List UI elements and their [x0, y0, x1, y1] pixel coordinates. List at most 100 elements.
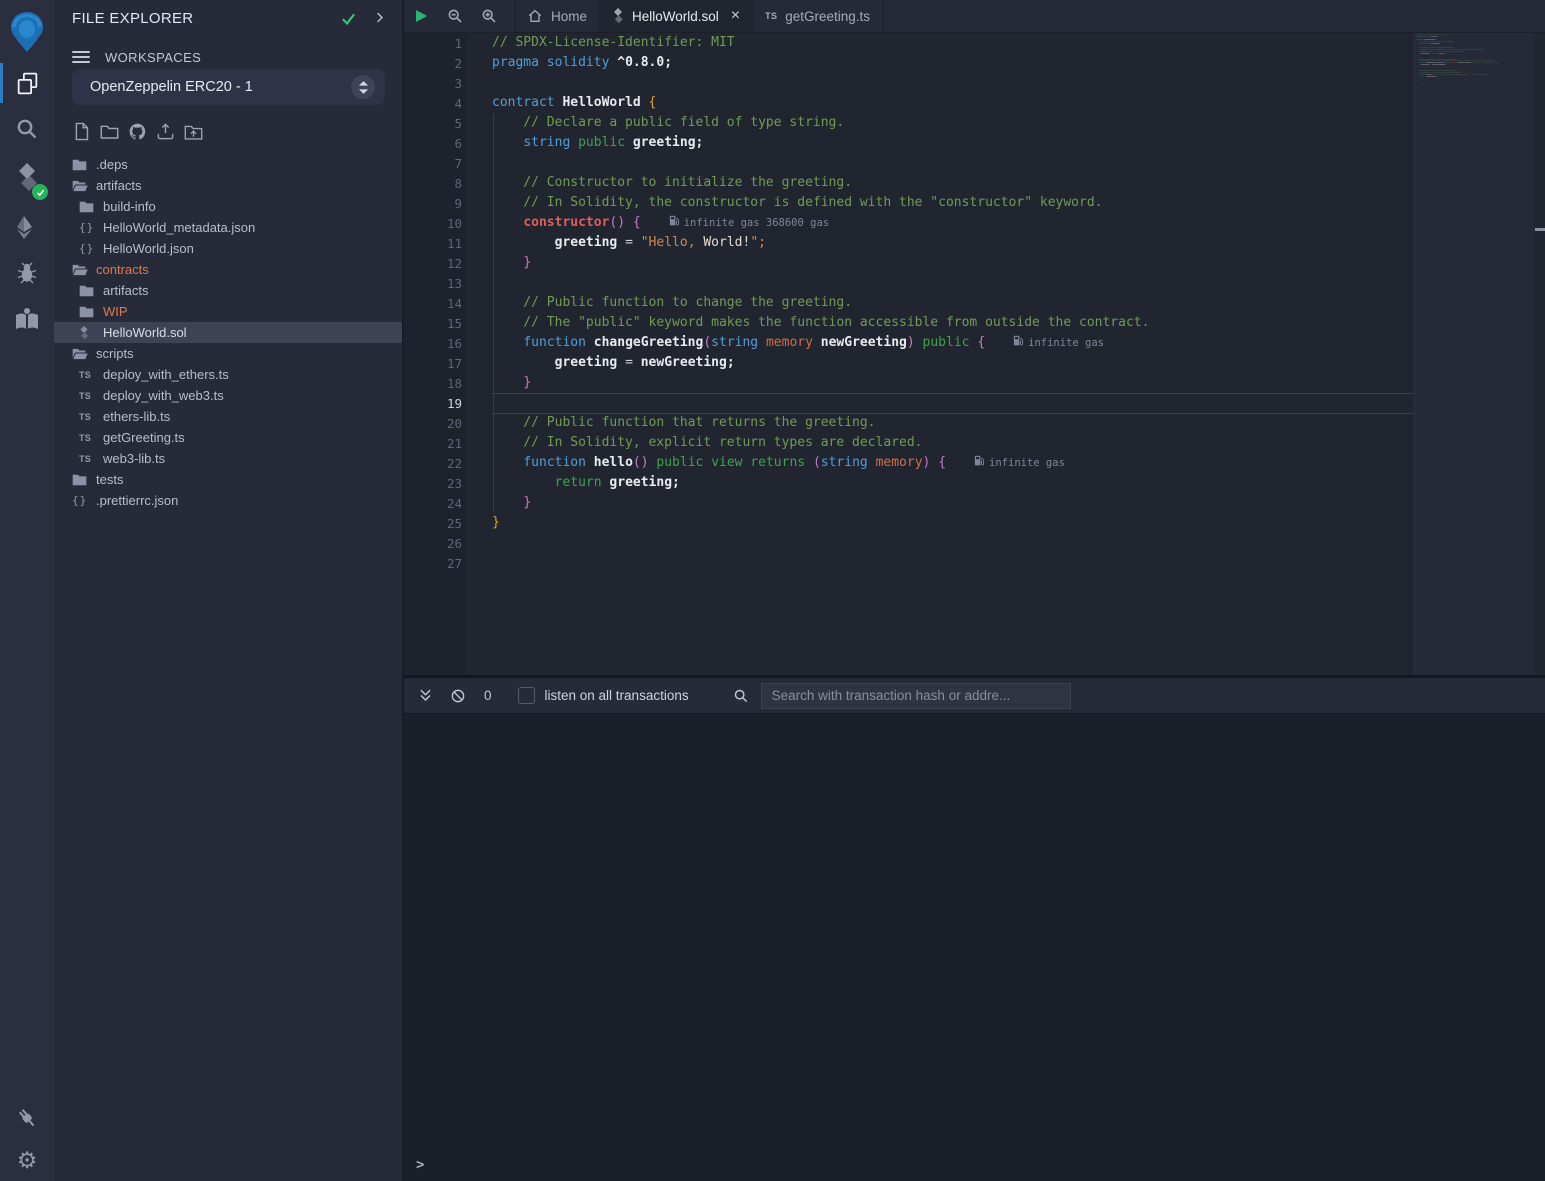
code-line-26[interactable]: 26	[404, 533, 1414, 553]
code-line-10[interactable]: 10 constructor() {infinite gas 368600 ga…	[404, 213, 1414, 233]
zoom-in-icon[interactable]	[472, 0, 506, 32]
code-line-19[interactable]: 19	[404, 393, 1414, 413]
clear-console-icon[interactable]	[450, 688, 466, 704]
close-icon[interactable]: ×	[731, 8, 740, 24]
sidebar-item-learneth[interactable]	[0, 296, 54, 342]
tree-item-label: HelloWorld.sol	[103, 325, 187, 340]
code-line-24[interactable]: 24 }	[404, 493, 1414, 513]
sidebar-item-file-explorer[interactable]	[0, 60, 54, 106]
gear-icon: ⚙	[17, 1148, 38, 1174]
code-line-8[interactable]: 8 // Constructor to initialize the greet…	[404, 173, 1414, 193]
code-line-15[interactable]: 15 // The "public" keyword makes the fun…	[404, 313, 1414, 333]
tree-item-deploy-with-web3-ts[interactable]: TSdeploy_with_web3.ts	[54, 385, 402, 406]
code-content[interactable]: 1// SPDX-License-Identifier: MIT2pragma …	[404, 33, 1414, 573]
tree-item-contracts[interactable]: contracts	[54, 259, 402, 280]
tree-item-helloworld-metadata-json[interactable]: {}HelloWorld_metadata.json	[54, 217, 402, 238]
code-line-4[interactable]: 4contract HelloWorld {	[404, 93, 1414, 113]
tab-getgreeting-ts[interactable]: TS getGreeting.ts	[753, 0, 883, 32]
code-line-2[interactable]: 2pragma solidity ^0.8.0;	[404, 53, 1414, 73]
fuel-pump-icon	[974, 453, 984, 473]
fuel-pump-icon	[1013, 333, 1023, 353]
github-icon[interactable]	[128, 122, 147, 141]
run-script-button[interactable]	[404, 0, 438, 32]
tree-item-label: tests	[96, 472, 123, 487]
code-editor[interactable]: 1// SPDX-License-Identifier: MIT2pragma …	[404, 33, 1545, 675]
tree-item-wip[interactable]: WIP	[54, 301, 402, 322]
remix-logo-icon[interactable]	[0, 4, 54, 60]
tree-item-ethers-lib-ts[interactable]: TSethers-lib.ts	[54, 406, 402, 427]
sidebar-item-settings[interactable]: ⚙	[0, 1141, 54, 1181]
sidebar-item-search[interactable]	[0, 106, 54, 152]
expand-terminal-icon[interactable]	[418, 688, 433, 703]
tree-item-web3-lib-ts[interactable]: TSweb3-lib.ts	[54, 448, 402, 469]
line-number: 1	[404, 36, 462, 51]
tree-item-build-info[interactable]: build-info	[54, 196, 402, 217]
terminal-output[interactable]: >	[404, 714, 1545, 1181]
tree-item-getgreeting-ts[interactable]: TSgetGreeting.ts	[54, 427, 402, 448]
code-line-11[interactable]: 11 greeting = "Hello, World!";	[404, 233, 1414, 253]
upload-file-icon[interactable]	[156, 122, 175, 141]
code-line-14[interactable]: 14 // Public function to change the gree…	[404, 293, 1414, 313]
tree-item-label: artifacts	[96, 178, 142, 193]
tree-item-label: deploy_with_ethers.ts	[103, 367, 229, 382]
code-text: }	[492, 493, 531, 513]
folder-icon	[72, 158, 90, 171]
sort-arrows-icon	[351, 75, 375, 99]
tree-item-artifacts[interactable]: artifacts	[54, 280, 402, 301]
transaction-search-input[interactable]	[761, 683, 1071, 709]
upload-folder-icon[interactable]	[184, 122, 203, 141]
code-line-18[interactable]: 18 }	[404, 373, 1414, 393]
code-line-13[interactable]: 13	[404, 273, 1414, 293]
code-line-5[interactable]: 5 // Declare a public field of type stri…	[404, 113, 1414, 133]
line-number: 22	[404, 456, 462, 471]
sidebar-item-solidity-compiler[interactable]	[0, 152, 54, 204]
chevron-right-icon[interactable]	[372, 10, 387, 30]
tree-item-label: WIP	[103, 304, 128, 319]
tree-item--deps[interactable]: .deps	[54, 154, 402, 175]
tree-item-tests[interactable]: tests	[54, 469, 402, 490]
overview-ruler[interactable]	[1535, 33, 1545, 675]
listen-transactions-label[interactable]: listen on all transactions	[545, 688, 689, 703]
code-line-22[interactable]: 22 function hello() public view returns …	[404, 453, 1414, 473]
zoom-out-icon[interactable]	[438, 0, 472, 32]
line-number: 24	[404, 496, 462, 511]
new-folder-icon[interactable]	[100, 122, 119, 141]
code-content[interactable]: 1// SPDX-License-Identifier: MIT2pragma …	[1415, 33, 1535, 85]
new-file-icon[interactable]	[72, 122, 91, 141]
code-line-20[interactable]: 20 // Public function that returns the g…	[404, 413, 1414, 433]
sidebar-item-debugger[interactable]	[0, 250, 54, 296]
code-line-9[interactable]: 9 // In Solidity, the constructor is def…	[404, 193, 1414, 213]
code-line-1[interactable]: 1// SPDX-License-Identifier: MIT	[404, 33, 1414, 53]
tab-helloworld-sol[interactable]: HelloWorld.sol ×	[600, 0, 753, 32]
code-line-16[interactable]: 16 function changeGreeting(string memory…	[404, 333, 1414, 353]
tab-home[interactable]: Home	[514, 0, 600, 32]
minimap[interactable]: 1// SPDX-License-Identifier: MIT2pragma …	[1414, 33, 1535, 675]
code-line-25[interactable]: 25}	[404, 513, 1414, 533]
ts-icon: TS	[79, 433, 97, 443]
workspace-selector[interactable]: OpenZeppelin ERC20 - 1	[72, 69, 385, 105]
tree-item--prettierrc-json[interactable]: {}.prettierrc.json	[54, 490, 402, 511]
workspaces-menu-icon[interactable]	[72, 51, 90, 63]
tree-item-artifacts[interactable]: artifacts	[54, 175, 402, 196]
terminal-toolbar: 0 listen on all transactions	[404, 678, 1545, 714]
sidebar-item-plugin-manager[interactable]	[0, 1095, 54, 1141]
code-line-3[interactable]: 3	[404, 73, 1414, 93]
code-line-7[interactable]: 7	[404, 153, 1414, 173]
tab-label: Home	[551, 9, 587, 24]
line-number: 27	[404, 556, 462, 571]
tree-item-scripts[interactable]: scripts	[54, 343, 402, 364]
listen-transactions-checkbox[interactable]	[518, 687, 535, 704]
code-line-23[interactable]: 23 return greeting;	[404, 473, 1414, 493]
json-icon: {}	[79, 242, 97, 255]
code-line-6[interactable]: 6 string public greeting;	[404, 133, 1414, 153]
sidebar-item-deploy-run[interactable]	[0, 204, 54, 250]
tree-item-deploy-with-ethers-ts[interactable]: TSdeploy_with_ethers.ts	[54, 364, 402, 385]
code-line-12[interactable]: 12 }	[404, 253, 1414, 273]
code-line-27[interactable]: 27	[404, 553, 1414, 573]
tree-item-helloworld-json[interactable]: {}HelloWorld.json	[54, 238, 402, 259]
code-line-21[interactable]: 21 // In Solidity, explicit return types…	[404, 433, 1414, 453]
tree-item-helloworld-sol[interactable]: HelloWorld.sol	[54, 322, 402, 343]
compile-success-badge	[32, 184, 48, 200]
line-number: 3	[404, 76, 462, 91]
code-line-17[interactable]: 17 greeting = newGreeting;	[404, 353, 1414, 373]
